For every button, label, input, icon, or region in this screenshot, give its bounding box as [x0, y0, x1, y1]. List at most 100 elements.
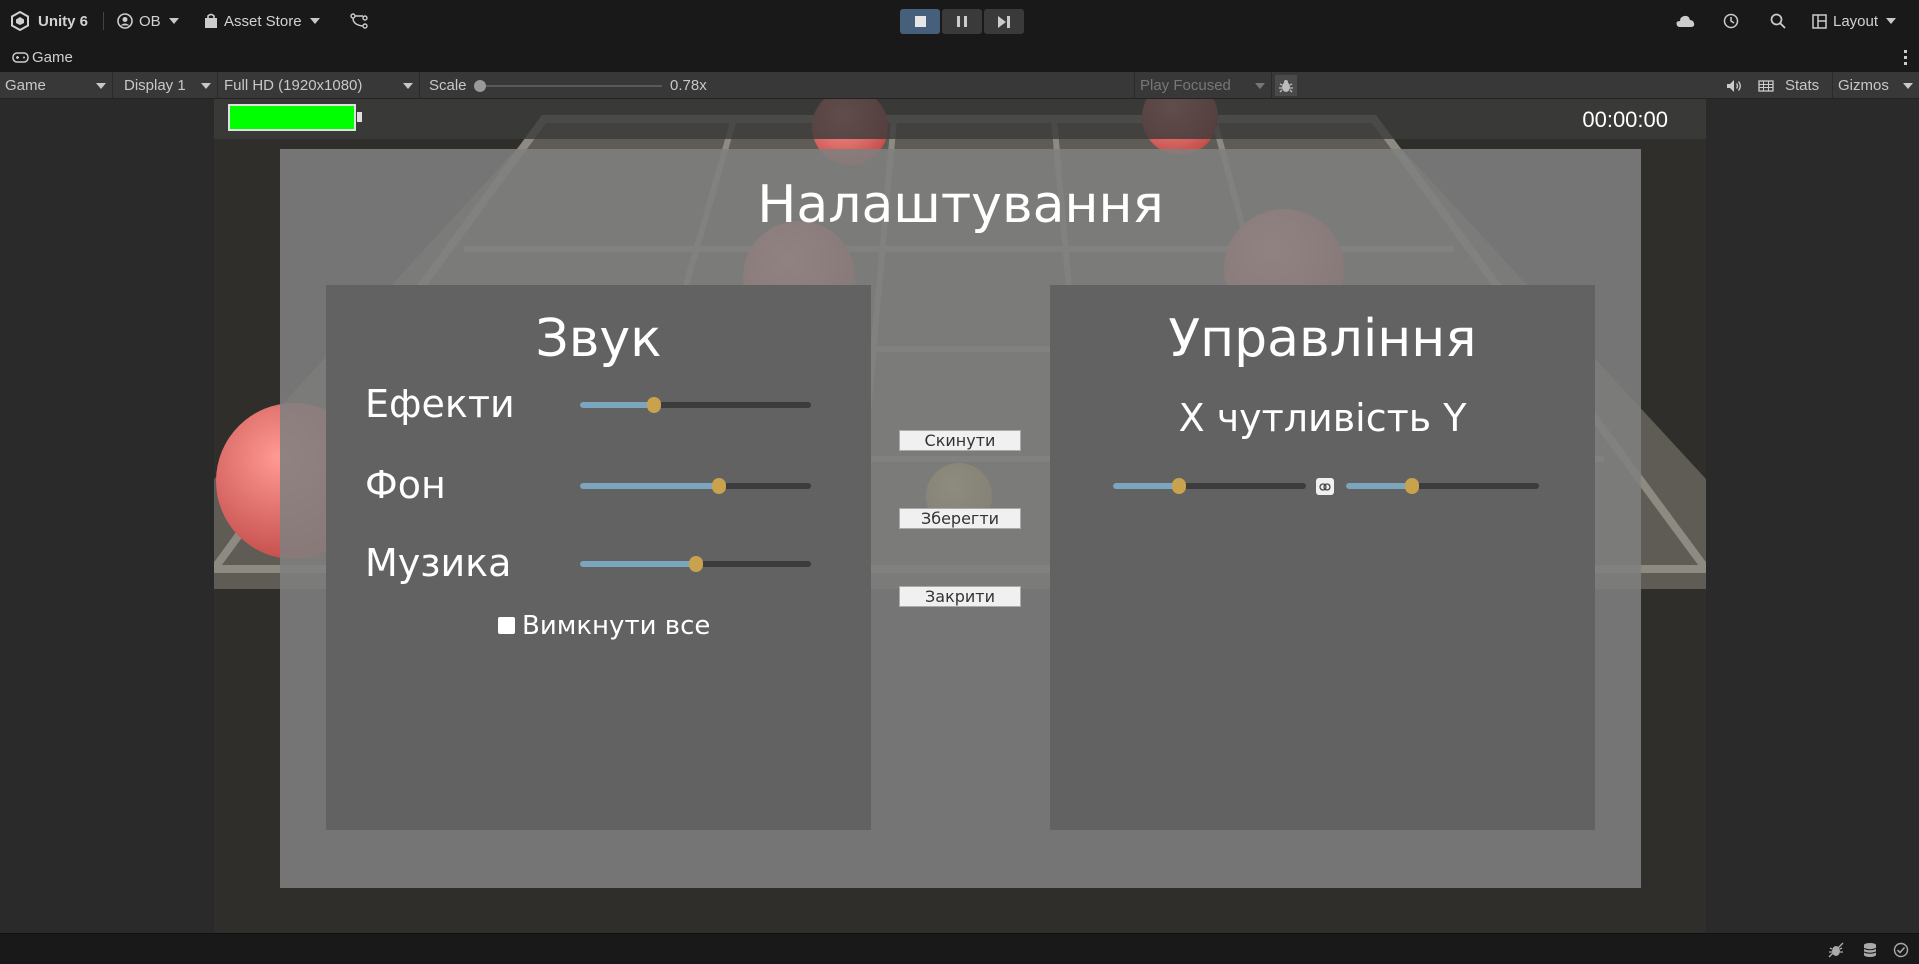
background-slider[interactable] [580, 478, 811, 494]
view-mode-dropdown[interactable]: Game [0, 72, 113, 99]
reset-button[interactable]: Скинути [899, 430, 1021, 451]
asset-store-label: Asset Store [224, 12, 302, 30]
speaker-icon [1727, 79, 1741, 92]
stop-icon [914, 16, 926, 27]
link-sensitivity-toggle[interactable] [1316, 478, 1334, 495]
health-bar-fill [230, 106, 354, 129]
sensitivity-y-fill [1346, 483, 1412, 489]
asset-store-dropdown[interactable]: Asset Store [204, 0, 320, 42]
bug-icon [1279, 79, 1293, 92]
close-button[interactable]: Закрити [899, 586, 1021, 607]
account-dropdown[interactable]: OB [117, 0, 179, 42]
link-icon [1319, 482, 1331, 491]
chevron-down-icon [168, 18, 179, 24]
sound-title: Звук [535, 309, 662, 369]
stats-label: Stats [1785, 77, 1820, 94]
tab-game[interactable]: Game [12, 49, 73, 66]
shopping-bag-icon [205, 13, 217, 28]
more-options-icon[interactable] [1904, 50, 1907, 65]
tab-row: Game [0, 42, 1919, 72]
game-view[interactable]: 00:00:00 Налаштування Звук Ефекти Фон Му… [214, 99, 1706, 933]
close-label: Закрити [925, 587, 995, 606]
history-icon [1723, 13, 1739, 29]
music-label: Музика [365, 541, 512, 585]
database-icon[interactable] [1862, 942, 1878, 958]
scale-slider[interactable] [474, 80, 662, 92]
settings-panel: Налаштування Звук Ефекти Фон Музика Вимк… [280, 149, 1641, 888]
stop-button[interactable] [900, 9, 940, 34]
pause-button[interactable] [942, 9, 982, 34]
timer: 00:00:00 [1582, 107, 1668, 132]
settings-title: Налаштування [757, 175, 1164, 235]
layout-dropdown[interactable]: Layout [1812, 0, 1897, 42]
unity-logo-icon [11, 11, 29, 31]
play-controls [900, 9, 1024, 34]
search-button[interactable] [1770, 0, 1786, 42]
game-view-toolbar: Game Display 1 Full HD (1920x1080) Scale… [0, 72, 1919, 99]
tab-game-label: Game [32, 49, 73, 66]
save-label: Зберегти [920, 509, 1000, 528]
effects-slider-fill [580, 402, 654, 408]
top-bar: Unity 6 OB Asset Store Layout [0, 0, 1919, 42]
divider [103, 12, 104, 30]
mute-all-checkbox[interactable] [498, 617, 515, 634]
sensitivity-x-fill [1113, 483, 1179, 489]
search-icon [1770, 13, 1786, 29]
grid-icon [1758, 79, 1774, 92]
scale-value: 0.78x [670, 77, 707, 94]
hud-bar: 00:00:00 [214, 99, 1706, 139]
chevron-down-icon [403, 83, 413, 89]
music-slider-handle[interactable] [688, 556, 703, 572]
history-button[interactable] [1723, 0, 1739, 42]
sensitivity-label: X чутливість Y [1178, 396, 1467, 440]
sensitivity-y-slider[interactable] [1346, 478, 1539, 494]
scale-slider-handle[interactable] [474, 80, 486, 92]
play-focused-dropdown[interactable]: Play Focused [1134, 72, 1272, 99]
layout-icon [1812, 13, 1827, 29]
check-circle-icon[interactable] [1893, 942, 1909, 958]
chevron-down-icon [96, 83, 106, 89]
sensitivity-x-slider[interactable] [1113, 478, 1306, 494]
version-control-button[interactable] [350, 0, 368, 42]
debug-disabled-icon[interactable] [1828, 942, 1844, 958]
unity-menu[interactable]: Unity 6 [10, 0, 88, 42]
stats-button[interactable]: Stats [1785, 72, 1819, 99]
display-label: Display 1 [124, 77, 186, 94]
play-focused-label: Play Focused [1140, 77, 1231, 94]
music-slider[interactable] [580, 556, 811, 572]
bug-button[interactable] [1275, 75, 1297, 96]
step-button[interactable] [984, 9, 1024, 34]
background-slider-handle[interactable] [711, 478, 726, 494]
account-icon [117, 13, 133, 29]
resolution-dropdown[interactable]: Full HD (1920x1080) [219, 72, 420, 99]
chevron-down-icon [1903, 83, 1913, 89]
sensitivity-y-handle[interactable] [1404, 478, 1419, 494]
scale-label: Scale [429, 77, 467, 94]
gizmos-dropdown[interactable]: Gizmos [1832, 72, 1919, 99]
effects-slider[interactable] [580, 397, 811, 413]
controls-section: Управління X чутливість Y [1050, 285, 1595, 830]
save-button[interactable]: Зберегти [899, 508, 1021, 529]
view-mode-label: Game [5, 77, 46, 94]
effects-slider-handle[interactable] [646, 397, 661, 413]
grid-toggle[interactable] [1752, 72, 1780, 99]
gizmos-label: Gizmos [1838, 77, 1889, 94]
background-label: Фон [365, 463, 446, 507]
battery-tip [357, 112, 362, 122]
chevron-down-icon [309, 18, 320, 24]
display-dropdown[interactable]: Display 1 [119, 72, 218, 99]
chevron-down-icon [1255, 83, 1265, 89]
audio-toggle[interactable] [1722, 72, 1746, 99]
status-bar [0, 933, 1919, 964]
mute-all-label: Вимкнути все [522, 611, 711, 641]
sound-section: Звук Ефекти Фон Музика Вимкнути все [326, 285, 871, 830]
resolution-label: Full HD (1920x1080) [224, 77, 363, 94]
gamepad-icon [12, 52, 29, 63]
step-icon [998, 15, 1010, 28]
music-slider-fill [580, 561, 696, 567]
branch-icon [350, 13, 368, 29]
chevron-down-icon [201, 83, 211, 89]
cloud-button[interactable] [1675, 0, 1695, 42]
reset-label: Скинути [924, 431, 996, 450]
sensitivity-x-handle[interactable] [1171, 478, 1186, 494]
